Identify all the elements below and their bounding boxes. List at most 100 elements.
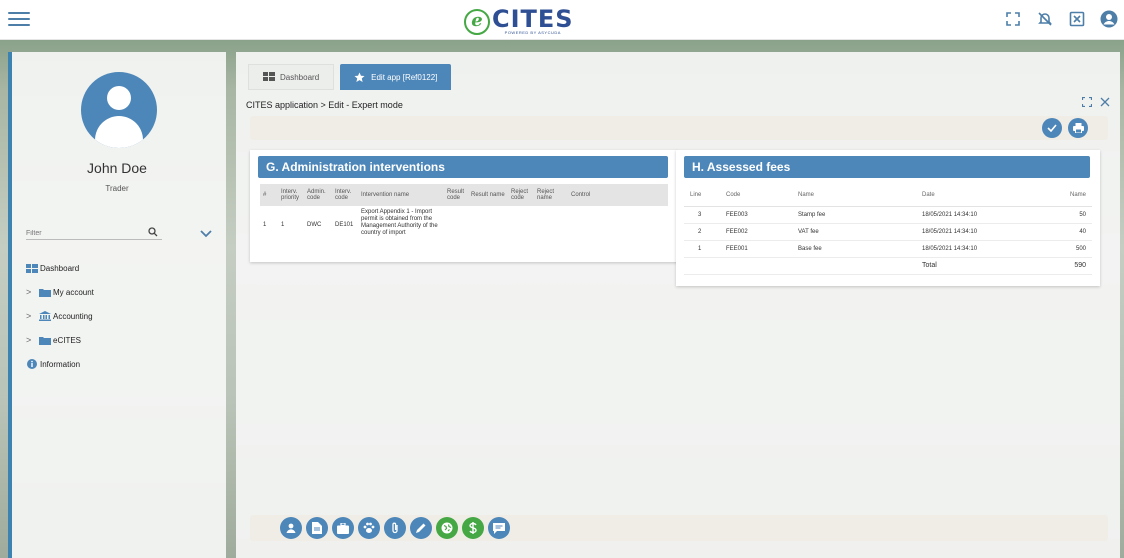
column-header[interactable]: Intervention name <box>358 184 444 206</box>
column-header[interactable]: Reject name <box>534 184 568 206</box>
table-header-row: Line Code Name Date Name <box>684 184 1092 207</box>
dashboard-icon <box>26 263 38 273</box>
message-icon[interactable] <box>488 517 510 539</box>
table-cell: Stamp fee <box>792 206 916 224</box>
top-bar: e CITES POWERED BY ASYCUDA <box>0 0 1124 40</box>
table-cell: Export Appendix 1 - Import permit is obt… <box>361 209 438 236</box>
column-header[interactable]: Control <box>568 184 668 206</box>
close-icon[interactable] <box>1100 97 1110 110</box>
bottom-toolbar <box>250 515 1108 541</box>
column-header[interactable]: Result code <box>444 184 468 206</box>
notifications-off-icon[interactable] <box>1036 10 1054 28</box>
table-row[interactable]: 1 1 DWC DE101 Export Appendix 1 - Import… <box>260 206 668 240</box>
pencil-icon[interactable] <box>410 517 432 539</box>
sidebar-item-label: My account <box>53 287 94 297</box>
column-header[interactable]: Interv. priority <box>278 184 304 206</box>
table-cell: 500 <box>1032 240 1092 258</box>
fullscreen-icon[interactable] <box>1004 10 1022 28</box>
info-icon <box>26 359 38 369</box>
chevron-down-icon[interactable] <box>200 225 212 238</box>
top-toolbar <box>250 116 1108 140</box>
column-header[interactable]: Result name <box>468 184 508 206</box>
document-icon[interactable] <box>306 517 328 539</box>
main-panel: Dashboard Edit app [Ref0122] CITES appli… <box>236 52 1120 558</box>
logo-e-mark: e <box>464 9 490 35</box>
column-header[interactable]: Name <box>1032 184 1092 207</box>
tab-label: Dashboard <box>280 72 320 82</box>
tab-dashboard[interactable]: Dashboard <box>248 64 335 90</box>
table-cell <box>568 206 668 240</box>
print-button[interactable] <box>1068 118 1088 138</box>
folder-icon <box>39 288 51 297</box>
logo-subtitle: POWERED BY ASYCUDA <box>504 30 561 35</box>
column-header[interactable]: Name <box>792 184 916 207</box>
avatar[interactable] <box>81 72 157 148</box>
card-title: G. Administration interventions <box>258 156 668 178</box>
folder-icon <box>39 336 51 345</box>
table-cell: 40 <box>1032 223 1092 241</box>
close-window-icon[interactable] <box>1068 10 1086 28</box>
table-cell <box>534 206 568 240</box>
table-cell <box>444 206 468 240</box>
table-cell: Base fee <box>792 240 916 258</box>
filter-input[interactable] <box>26 226 136 237</box>
dashboard-icon <box>263 72 275 82</box>
table-cell: 1 <box>263 222 267 228</box>
tab-bar: Dashboard Edit app [Ref0122] <box>248 64 452 90</box>
check-button[interactable] <box>1042 118 1062 138</box>
briefcase-icon[interactable] <box>332 517 354 539</box>
table-cell: 3 <box>684 206 720 224</box>
total-row: Total 590 <box>684 257 1092 275</box>
column-header[interactable]: Admin. code <box>304 184 332 206</box>
expand-icon[interactable] <box>1081 96 1093 110</box>
table-row[interactable]: 2 FEE002 VAT fee 18/05/2021 14:34:10 40 <box>684 223 1092 241</box>
star-icon <box>354 72 366 82</box>
sidebar-item-my-account[interactable]: > My account <box>26 280 216 304</box>
user-icon[interactable] <box>1100 10 1118 28</box>
attachment-icon[interactable] <box>384 517 406 539</box>
sidebar-item-ecites[interactable]: > eCITES <box>26 328 216 352</box>
search-icon[interactable] <box>148 224 160 237</box>
column-header[interactable]: Code <box>720 184 792 207</box>
fees-table: Line Code Name Date Name 3 FEE003 Stamp … <box>684 184 1092 275</box>
total-value: 590 <box>1032 257 1092 275</box>
dollar-icon[interactable] <box>462 517 484 539</box>
globe-icon[interactable] <box>436 517 458 539</box>
total-label: Total <box>916 257 1032 275</box>
card-title: H. Assessed fees <box>684 156 1090 178</box>
user-icon[interactable] <box>280 517 302 539</box>
table-cell: VAT fee <box>792 223 916 241</box>
paw-icon[interactable] <box>358 517 380 539</box>
chevron-right-icon[interactable]: > <box>26 287 36 297</box>
logo-wordmark: CITES <box>492 5 574 33</box>
column-header[interactable]: Interv. code <box>332 184 358 206</box>
action-bar <box>280 517 510 539</box>
sidebar-accent <box>8 52 12 558</box>
sidebar-item-label: eCITES <box>53 335 82 345</box>
bank-icon <box>39 311 51 321</box>
table-cell <box>468 206 508 240</box>
hamburger-menu-icon[interactable] <box>8 12 30 28</box>
chevron-right-icon[interactable]: > <box>26 311 36 321</box>
column-header[interactable]: Line <box>684 184 720 207</box>
sidebar-item-accounting[interactable]: > Accounting <box>26 304 216 328</box>
table-cell: FEE003 <box>720 206 792 224</box>
table-cell: DE101 <box>335 222 354 228</box>
chevron-right-icon[interactable]: > <box>26 335 36 345</box>
column-header[interactable]: Reject code <box>508 184 534 206</box>
sidebar-item-information[interactable]: Information <box>26 352 216 376</box>
table-cell: 18/05/2021 14:34:10 <box>916 240 1032 258</box>
sidebar: John Doe Trader Dashboard > My account > <box>8 52 226 558</box>
table-cell: 1 <box>684 240 720 258</box>
sidebar-item-label: Information <box>40 359 81 369</box>
sidebar-item-dashboard[interactable]: Dashboard <box>26 256 216 280</box>
table-row[interactable]: 1 FEE001 Base fee 18/05/2021 14:34:10 50… <box>684 240 1092 258</box>
user-role: Trader <box>105 184 129 193</box>
column-header[interactable]: Date <box>916 184 1032 207</box>
table-cell: 50 <box>1032 206 1092 224</box>
table-cell: 18/05/2021 14:34:10 <box>916 206 1032 224</box>
table-cell: FEE001 <box>720 240 792 258</box>
tab-edit-app[interactable]: Edit app [Ref0122] <box>340 64 452 90</box>
table-row[interactable]: 3 FEE003 Stamp fee 18/05/2021 14:34:10 5… <box>684 206 1092 224</box>
column-header[interactable]: # <box>260 184 278 206</box>
